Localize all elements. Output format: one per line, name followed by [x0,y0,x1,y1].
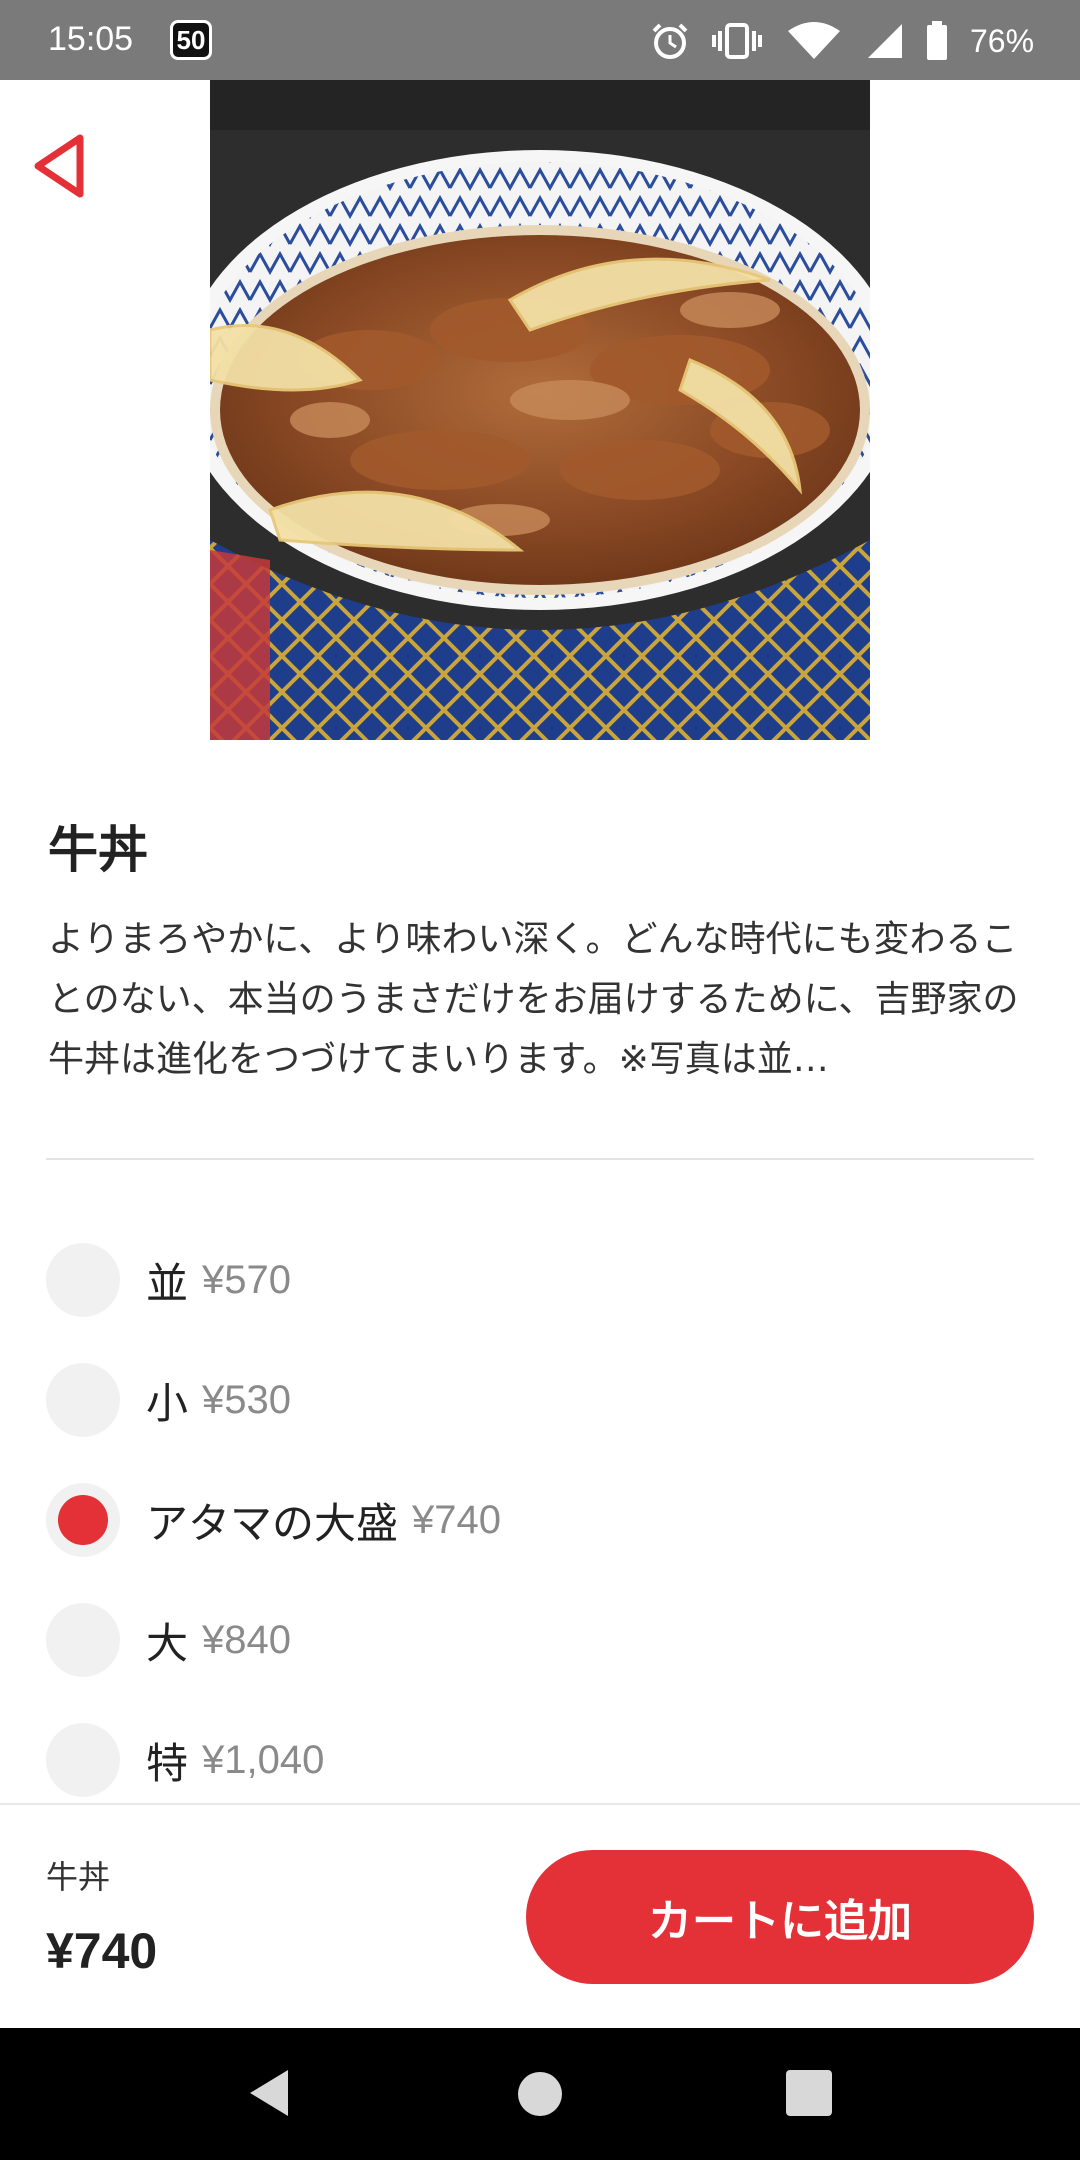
alarm-icon [652,23,688,59]
option-label: 並 [146,1258,189,1308]
status-icons: 76% [650,18,1034,64]
summary-product-name: 牛丼 [46,1858,111,1896]
option-label: 小 [146,1378,189,1428]
option-price: ¥1,040 [202,1737,325,1782]
summary-price: ¥740 [46,1923,158,1979]
option-price: ¥570 [202,1257,291,1302]
radio-button-selected[interactable] [46,1483,120,1557]
radio-button[interactable] [46,1723,120,1797]
back-button[interactable] [24,126,96,206]
status-bar: 15:05 50 76% [0,0,1080,80]
product-title: 牛丼 [48,821,148,879]
option-price: ¥740 [412,1497,501,1542]
option-sho[interactable]: 小 ¥530 [46,1340,1034,1460]
nav-back-icon[interactable] [238,2060,304,2126]
add-to-cart-button[interactable]: カートに追加 [526,1850,1034,1984]
radio-button[interactable] [46,1603,120,1677]
battery-icon [927,21,947,60]
divider [46,1158,1034,1160]
option-label: アタマの大盛 [146,1498,399,1548]
option-toku[interactable]: 特 ¥1,040 [46,1700,1034,1820]
status-time: 15:05 [48,20,134,58]
notification-badge: 50 [170,20,212,60]
bottom-divider [0,1803,1080,1805]
vibrate-icon [712,23,762,59]
radio-button[interactable] [46,1243,120,1317]
option-label: 大 [146,1618,189,1668]
radio-button[interactable] [46,1363,120,1437]
battery-percentage: 76% [970,22,1035,59]
back-triangle-icon [34,134,84,198]
nav-home-icon[interactable] [506,2060,574,2128]
option-atama-oomori[interactable]: アタマの大盛 ¥740 [46,1460,1034,1580]
size-options: 並 ¥570 小 ¥530 アタマの大盛 ¥740 大 ¥840 特 ¥1,04… [46,1220,1034,1820]
option-price: ¥840 [202,1617,291,1662]
wifi-icon [788,22,840,59]
nav-recents-icon[interactable] [776,2060,842,2126]
product-description: よりまろやかに、より味わい深く。どんな時代にも変わることのない、本当のうまさだけ… [48,919,1019,1080]
option-dai[interactable]: 大 ¥840 [46,1580,1034,1700]
signal-icon [868,24,902,58]
navigation-bar [0,2028,1080,2160]
product-image [210,80,870,740]
option-label: 特 [146,1738,189,1788]
option-price: ¥530 [202,1377,291,1422]
option-nami[interactable]: 並 ¥570 [46,1220,1034,1340]
